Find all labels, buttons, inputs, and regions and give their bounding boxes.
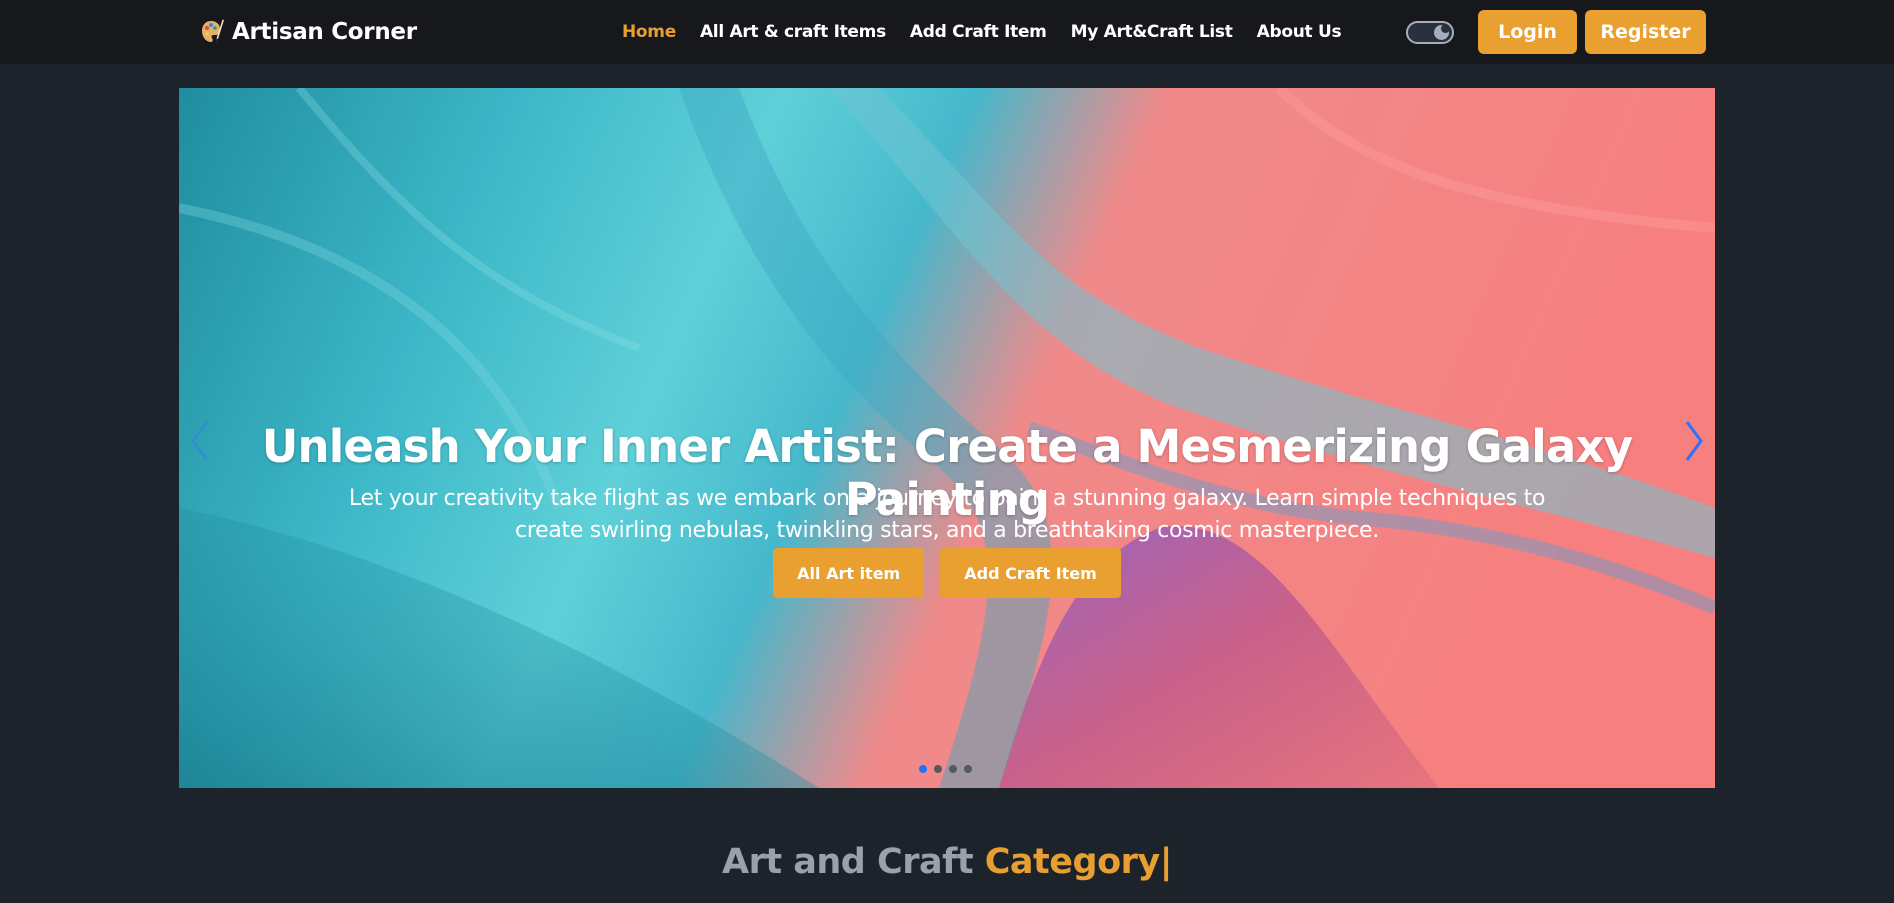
hero-actions: All Art item Add Craft Item (179, 548, 1715, 598)
nav-my-art-craft-list[interactable]: My Art&Craft List (1071, 22, 1233, 42)
section-title: Art and Craft Category| (0, 842, 1894, 882)
brand-logo[interactable]: Artisan Corner (200, 14, 417, 50)
carousel-dot[interactable] (934, 765, 942, 773)
add-craft-item-button[interactable]: Add Craft Item (940, 548, 1121, 598)
theme-toggle-icon (1434, 24, 1450, 40)
brand-name: Artisan Corner (232, 19, 417, 45)
carousel-dot[interactable] (919, 765, 927, 773)
nav-about-us[interactable]: About Us (1257, 22, 1342, 42)
chevron-right-icon[interactable] (1679, 416, 1709, 466)
register-button[interactable]: Register (1585, 10, 1706, 54)
carousel-dot[interactable] (964, 765, 972, 773)
theme-toggle[interactable] (1406, 21, 1454, 44)
carousel-dot[interactable] (949, 765, 957, 773)
carousel-pagination (919, 765, 972, 773)
nav-add-craft-item[interactable]: Add Craft Item (910, 22, 1047, 42)
navbar: Artisan Corner Home All Art & craft Item… (0, 0, 1894, 64)
palette-icon (202, 19, 224, 44)
nav-home[interactable]: Home (622, 22, 676, 42)
hero-description: Let your creativity take flight as we em… (348, 486, 1546, 543)
main-nav: Home All Art & craft Items Add Craft Ite… (622, 18, 1342, 46)
login-button[interactable]: Login (1478, 10, 1577, 54)
section-title-prefix: Art and Craft (722, 842, 985, 882)
chevron-left-icon[interactable] (185, 416, 215, 466)
all-art-item-button[interactable]: All Art item (773, 548, 925, 598)
nav-all-art-craft-items[interactable]: All Art & craft Items (700, 22, 886, 42)
section-title-accent: Category| (984, 842, 1173, 882)
hero-carousel: Unleash Your Inner Artist: Create a Mesm… (179, 88, 1715, 788)
